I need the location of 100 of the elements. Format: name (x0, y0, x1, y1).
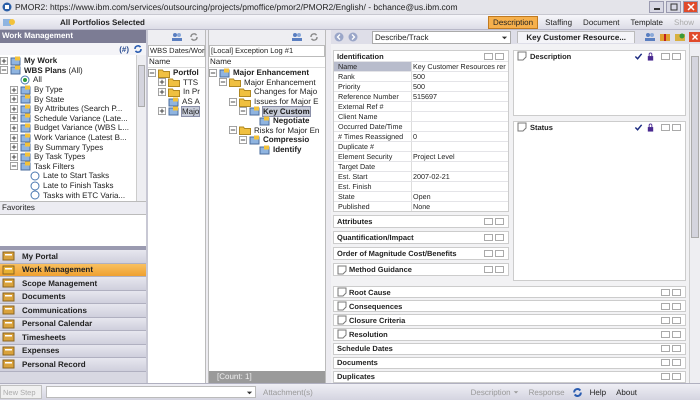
expand-icon[interactable] (10, 124, 18, 132)
panel-buttons-icon[interactable] (660, 344, 682, 354)
collapse-icon[interactable] (209, 68, 217, 77)
tree-item[interactable]: By Type (34, 85, 63, 94)
radio-button[interactable] (30, 190, 40, 200)
panel-buttons-icon[interactable] (660, 52, 682, 60)
expand-icon[interactable] (10, 104, 18, 113)
collapse-icon[interactable] (148, 68, 156, 77)
about-button[interactable]: About (613, 388, 640, 396)
count-toggle[interactable]: (#) (119, 44, 129, 54)
tree-item[interactable]: By Attributes (Search P... (34, 104, 122, 114)
radio-button[interactable] (20, 74, 30, 85)
scrollbar[interactable] (136, 55, 146, 201)
tree-item[interactable]: Changes for Majo (254, 87, 318, 96)
expand-icon[interactable] (10, 134, 18, 142)
tree-item[interactable]: Issues for Major E (254, 97, 318, 106)
tree-item[interactable]: Negotiate (273, 116, 310, 126)
collapse-icon[interactable] (229, 98, 237, 106)
collapse-icon[interactable] (219, 78, 227, 86)
panel-buttons-icon[interactable] (483, 265, 505, 274)
collapse-icon[interactable] (10, 162, 18, 170)
nav-item[interactable]: Timesheets (0, 331, 146, 344)
tree-item[interactable]: WBS Plans (All) (24, 66, 83, 75)
close-button[interactable] (683, 1, 698, 13)
tree-item[interactable]: In Pr (183, 87, 200, 96)
scrollbar[interactable] (689, 44, 700, 383)
nav-item[interactable]: Documents (0, 290, 146, 304)
nav-item[interactable]: Expenses (0, 344, 146, 358)
minimize-button[interactable] (649, 1, 664, 13)
tree-item[interactable]: Tasks with ETC Varia... (43, 190, 126, 200)
panel-buttons-icon[interactable] (660, 358, 682, 368)
record-tab[interactable]: Key Customer Resource... (517, 31, 635, 43)
toolbar-button[interactable]: Document (579, 16, 624, 28)
expand-icon[interactable] (158, 78, 166, 86)
checkmark-icon[interactable] (634, 52, 643, 60)
tree-item[interactable]: Late to Start Tasks (43, 171, 110, 180)
tree-item[interactable]: Portfol (173, 68, 199, 78)
tree-item[interactable]: By Task Types (34, 152, 86, 162)
expand-icon[interactable] (10, 86, 18, 94)
panel-buttons-icon[interactable] (660, 302, 682, 311)
people-icon[interactable] (291, 32, 303, 42)
toolbar-button[interactable]: Staffing (541, 16, 576, 28)
tree-item[interactable]: All (33, 75, 42, 84)
expand-icon[interactable] (158, 107, 166, 116)
nav-item[interactable]: Work Management (0, 264, 146, 277)
tree-item[interactable]: Majo (182, 106, 200, 116)
refresh-icon[interactable] (133, 44, 143, 54)
tree-item[interactable]: Risks for Major En (254, 126, 320, 135)
tree-item[interactable]: Major Enhancement (244, 78, 316, 87)
collapse-icon[interactable] (239, 107, 247, 116)
radio-button[interactable] (30, 170, 40, 181)
tree-item[interactable]: Budget Variance (WBS L... (34, 123, 130, 132)
toolbar-button[interactable]: Description (488, 16, 538, 28)
back-icon[interactable] (334, 32, 344, 42)
forward-icon[interactable] (348, 32, 358, 42)
people-icon[interactable] (644, 32, 656, 42)
tree-item[interactable]: Key Custom (263, 106, 310, 116)
tree-item[interactable]: My Work (24, 56, 58, 66)
panel-buttons-icon[interactable] (483, 249, 505, 258)
nav-item[interactable]: Personal Calendar (0, 318, 146, 331)
panel-buttons-icon[interactable] (660, 316, 682, 325)
expand-icon[interactable] (158, 88, 166, 96)
expand-icon[interactable] (0, 56, 8, 65)
nav-item[interactable]: Communications (0, 304, 146, 318)
tree-item[interactable]: Major Enhancement (233, 68, 310, 78)
collapse-icon[interactable] (0, 66, 8, 74)
panel-buttons-icon[interactable] (483, 217, 505, 226)
panel-buttons-icon[interactable] (660, 288, 682, 297)
panel-buttons-icon[interactable] (483, 233, 505, 242)
toolbar-button[interactable]: Template (626, 16, 667, 28)
nav-item[interactable]: Personal Record (0, 358, 146, 372)
collapse-icon[interactable] (229, 126, 237, 134)
tree-item[interactable]: Task Filters (34, 162, 74, 171)
expand-icon[interactable] (10, 114, 18, 122)
package-icon[interactable] (674, 32, 686, 42)
refresh-icon[interactable] (189, 32, 199, 42)
tree-item[interactable]: By State (34, 94, 64, 104)
help-button[interactable]: Help (586, 388, 610, 396)
view-dropdown[interactable]: Describe/Track (372, 30, 512, 44)
lock-icon[interactable] (646, 122, 655, 132)
collapse-icon[interactable] (239, 136, 247, 144)
refresh-icon[interactable] (309, 32, 319, 42)
expand-icon[interactable] (10, 143, 18, 152)
close-button[interactable] (689, 32, 700, 42)
nav-item[interactable]: Scope Management (0, 277, 146, 290)
package-icon[interactable] (659, 32, 671, 42)
lock-icon[interactable] (646, 52, 655, 60)
expand-icon[interactable] (10, 95, 18, 104)
tree-item[interactable]: Late to Finish Tasks (43, 181, 114, 190)
tree-item[interactable]: Compressio (263, 135, 310, 144)
nav-item[interactable]: My Portal (0, 250, 146, 264)
checkmark-icon[interactable] (634, 122, 643, 132)
panel-buttons-icon[interactable] (660, 122, 682, 132)
tree-item[interactable]: AS A (182, 97, 200, 106)
tree-item[interactable]: By Summary Types (34, 142, 104, 152)
panel-buttons-icon[interactable] (660, 330, 682, 339)
panel-buttons-icon[interactable] (483, 52, 505, 60)
radio-button[interactable] (30, 180, 40, 191)
tree-item[interactable]: Identify (273, 145, 302, 154)
tree-item[interactable]: Work Variance (Latest B... (34, 133, 127, 142)
